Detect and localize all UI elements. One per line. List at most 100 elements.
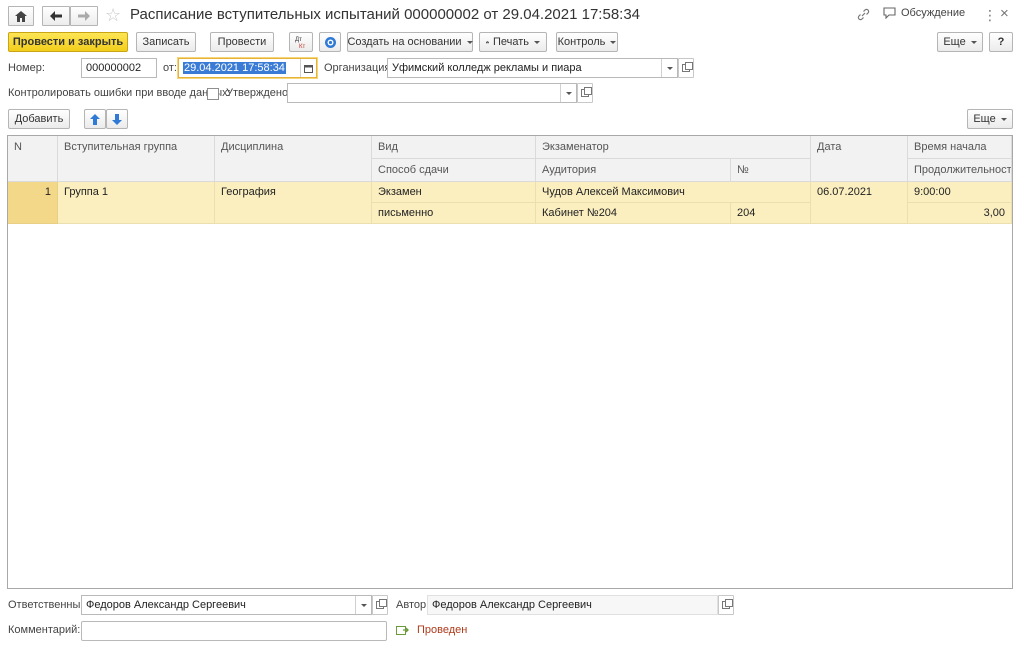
window-title: Расписание вступительных испытаний 00000… — [130, 6, 641, 23]
table-more-label: Еще — [973, 113, 996, 125]
approved-dropdown-button[interactable] — [560, 84, 576, 102]
chevron-down-icon — [466, 40, 473, 44]
add-row-button[interactable]: Добавить — [8, 109, 70, 129]
back-button[interactable] — [42, 6, 70, 26]
structure-button[interactable] — [319, 32, 341, 52]
organization-field[interactable]: Уфимский колледж рекламы и пиара — [387, 58, 678, 78]
header-room-number[interactable]: № — [731, 159, 811, 182]
favorite-star-icon[interactable]: ☆ — [105, 5, 121, 25]
home-icon — [15, 10, 27, 22]
dt-kt-icon: Дт Кт — [295, 37, 305, 49]
chevron-down-icon — [666, 66, 673, 70]
print-label: Печать — [492, 36, 529, 48]
arrow-right-icon — [78, 11, 90, 21]
header-discipline[interactable]: Дисциплина — [215, 136, 372, 182]
svg-text:Дт: Дт — [295, 37, 302, 43]
posted-status: Проведен — [396, 621, 467, 639]
responsible-field[interactable]: Федоров Александр Сергеевич — [81, 595, 372, 615]
author-label: Автор: — [396, 599, 430, 611]
responsible-label: Ответственный: — [8, 599, 90, 611]
organization-open-button[interactable] — [678, 58, 694, 78]
header-group[interactable]: Вступительная группа — [58, 136, 215, 182]
open-icon — [682, 62, 693, 72]
cell-kind[interactable]: Экзамен — [372, 182, 536, 203]
arrow-up-icon — [90, 113, 100, 125]
control-button[interactable]: Контроль — [556, 32, 618, 52]
cell-group[interactable]: Группа 1 — [58, 182, 215, 224]
organization-dropdown-button[interactable] — [661, 59, 677, 77]
more-button[interactable]: Еще — [937, 32, 983, 52]
responsible-dropdown-button[interactable] — [355, 596, 371, 614]
cell-room[interactable]: Кабинет №204 — [536, 203, 731, 224]
table-more-button[interactable]: Еще — [967, 109, 1013, 129]
header-duration[interactable]: Продолжительность — [908, 159, 1012, 182]
number-field[interactable]: 000000002 — [81, 58, 157, 78]
move-up-button[interactable] — [84, 109, 106, 129]
post-button[interactable]: Провести — [210, 32, 274, 52]
comment-label: Комментарий: — [8, 624, 81, 636]
date-field[interactable]: 29.04.2021 17:58:34 — [178, 58, 317, 78]
author-open-button[interactable] — [718, 595, 734, 615]
posted-status-label: Проведен — [417, 624, 468, 636]
control-errors-checkbox[interactable] — [207, 88, 219, 100]
arrow-left-icon — [50, 11, 62, 21]
cell-duration[interactable]: 3,00 — [908, 203, 1012, 224]
cell-start-time[interactable]: 9:00:00 — [908, 182, 1012, 203]
number-label: Номер: — [8, 62, 45, 74]
header-examiner[interactable]: Экзаменатор — [536, 136, 811, 159]
open-icon — [722, 599, 733, 609]
header-date[interactable]: Дата — [811, 136, 908, 182]
author-field: Федоров Александр Сергеевич — [427, 595, 718, 615]
cell-examiner[interactable]: Чудов Алексей Максимович — [536, 182, 811, 203]
svg-text:Кт: Кт — [299, 44, 305, 49]
forward-button[interactable] — [70, 6, 98, 26]
home-button[interactable] — [8, 6, 34, 26]
link-icon[interactable] — [857, 8, 870, 24]
move-down-button[interactable] — [106, 109, 128, 129]
organization-label: Организация: — [324, 62, 394, 74]
open-icon — [376, 599, 387, 609]
cell-room-number[interactable]: 204 — [731, 203, 811, 224]
save-button[interactable]: Записать — [136, 32, 196, 52]
close-icon[interactable]: × — [1000, 4, 1009, 24]
print-button[interactable]: Печать — [479, 32, 547, 52]
chat-icon — [883, 7, 896, 19]
approved-open-button[interactable] — [577, 83, 593, 103]
header-start-time[interactable]: Время начала — [908, 136, 1012, 159]
header-n[interactable]: N — [8, 136, 58, 182]
dt-kt-button[interactable]: Дт Кт — [289, 32, 313, 52]
more-vertical-icon[interactable]: ⋮ — [983, 6, 997, 24]
header-room[interactable]: Аудитория — [536, 159, 731, 182]
discussion-label: Обсуждение — [901, 7, 966, 19]
approved-field[interactable] — [287, 83, 577, 103]
header-method[interactable]: Способ сдачи — [372, 159, 536, 182]
cell-n[interactable]: 1 — [8, 182, 58, 224]
cell-discipline[interactable]: География — [215, 182, 372, 224]
control-errors-label: Контролировать ошибки при вводе данных: — [8, 87, 231, 99]
open-icon — [581, 87, 592, 97]
arrow-down-icon — [112, 113, 122, 125]
printer-icon — [486, 40, 489, 44]
calendar-button[interactable] — [300, 59, 316, 77]
date-value: 29.04.2021 17:58:34 — [183, 62, 286, 74]
more-label: Еще — [943, 36, 966, 48]
chevron-down-icon — [970, 40, 977, 44]
create-based-on-button[interactable]: Создать на основании — [347, 32, 473, 52]
cell-method[interactable]: письменно — [372, 203, 536, 224]
post-and-close-button[interactable]: Провести и закрыть — [8, 32, 128, 52]
organization-value: Уфимский колледж рекламы и пиара — [392, 62, 582, 74]
discussion-button[interactable]: Обсуждение — [883, 7, 965, 19]
header-kind[interactable]: Вид — [372, 136, 536, 159]
responsible-open-button[interactable] — [372, 595, 388, 615]
comment-field[interactable] — [81, 621, 387, 641]
chevron-down-icon — [534, 40, 540, 44]
responsible-value: Федоров Александр Сергеевич — [86, 599, 246, 611]
calendar-icon — [304, 64, 313, 73]
date-label: от: — [163, 62, 177, 74]
cell-date[interactable]: 06.07.2021 — [811, 182, 908, 224]
chevron-down-icon — [1000, 117, 1007, 121]
help-button[interactable]: ? — [989, 32, 1013, 52]
posted-icon — [396, 625, 409, 635]
control-label: Контроль — [557, 36, 606, 48]
exam-schedule-table[interactable]: N Вступительная группа Дисциплина Вид Эк… — [7, 135, 1013, 589]
